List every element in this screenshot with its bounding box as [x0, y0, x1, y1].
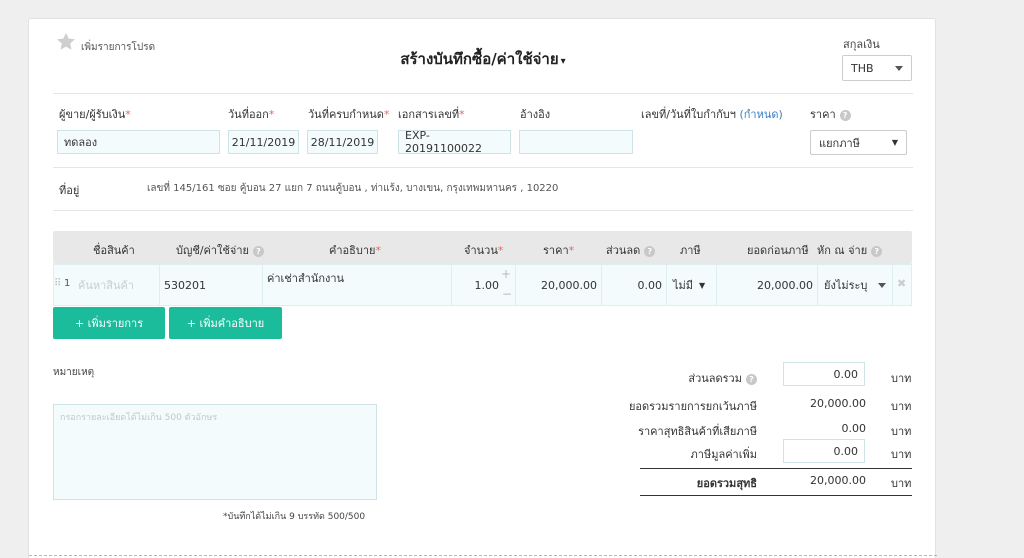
due-date-label-text: วันที่ครบกำหนด: [308, 108, 384, 121]
doc-no-label-text: เอกสารเลขที่: [398, 108, 460, 121]
issue-date-input[interactable]: 21/11/2019: [228, 130, 299, 154]
vendor-label-text: ผู้ขาย/ผู้รับเงิน: [59, 108, 126, 121]
title-caret-icon: ▾: [560, 56, 566, 67]
notes-textarea[interactable]: กรอกรายละเอียดได้ไม่เกิน 500 ตัวอักษร: [53, 404, 377, 500]
col-withholding-text: หัก ณ จ่าย: [817, 244, 868, 257]
account-input[interactable]: 530201: [160, 264, 263, 306]
chevron-down-icon: ▼: [699, 280, 706, 290]
total-discount-label-text: ส่วนลดรวม: [688, 372, 742, 385]
net-total-value: 20,000.00: [810, 474, 866, 487]
col-pretax-total: ยอดก่อนภาษี: [747, 244, 809, 257]
help-icon[interactable]: ?: [252, 245, 264, 257]
col-tax: ภาษี: [680, 244, 701, 257]
doc-no-input[interactable]: EXP-20191100022: [398, 129, 511, 155]
withholding-value: ยังไม่ระบุ: [824, 279, 868, 292]
net-total-label: ยอดรวมสุทธิ: [696, 477, 757, 490]
notes-label: หมายเหตุ: [53, 367, 95, 378]
help-icon[interactable]: ?: [839, 109, 851, 121]
help-icon[interactable]: ?: [871, 245, 883, 257]
vat-label: ภาษีมูลค่าเพิ่ม: [690, 448, 757, 461]
withholding-select[interactable]: ยังไม่ระบุ: [818, 264, 893, 306]
chevron-down-icon: ▼: [891, 138, 898, 147]
add-item-button[interactable]: + เพิ่มรายการ: [53, 307, 165, 339]
help-icon[interactable]: ?: [644, 245, 656, 257]
taxable-value: 0.00: [841, 422, 867, 435]
taxable-label: ราคาสุทธิสินค้าที่เสียภาษี: [638, 425, 757, 438]
add-description-button[interactable]: + เพิ่มคำอธิบาย: [169, 307, 282, 339]
tax-select-value: ไม่มี: [673, 279, 694, 292]
col-withholding: หัก ณ จ่าย?: [817, 241, 883, 259]
section-divider: [29, 555, 937, 556]
col-account: บัญชี/ค่าใช้จ่าย?: [176, 241, 264, 259]
vendor-label: ผู้ขาย/ผู้รับเงิน*: [59, 108, 131, 121]
col-price-text: ราคา: [543, 244, 569, 257]
description-input[interactable]: ค่าเช่าสำนักงาน: [263, 264, 452, 306]
total-discount-input[interactable]: 0.00: [783, 362, 865, 386]
page-title[interactable]: สร้างบันทึกซื้อ/ค่าใช้จ่าย ▾: [29, 47, 937, 71]
issue-date-label: วันที่ออก*: [228, 108, 275, 121]
help-icon[interactable]: ?: [746, 373, 757, 385]
col-discount: ส่วนลด?: [606, 241, 656, 259]
col-product: ชื่อสินค้า: [93, 244, 135, 257]
currency-unit: บาท: [891, 425, 912, 438]
currency-unit: บาท: [891, 477, 912, 490]
exempt-total-label: ยอดรวมรายการยกเว้นภาษี: [628, 400, 757, 413]
col-description-text: คำอธิบาย: [329, 244, 376, 257]
tax-invoice-set-link[interactable]: (กำหนด): [739, 108, 782, 121]
price-label: ราคา?: [810, 105, 851, 123]
chevron-down-icon: [895, 65, 903, 71]
col-account-text: บัญชี/ค่าใช้จ่าย: [176, 244, 249, 257]
divider: [53, 93, 913, 94]
col-quantity-text: จำนวน: [464, 244, 498, 257]
minus-icon[interactable]: −: [502, 287, 512, 301]
tax-invoice-label: เลขที่/วันที่ใบกำกับฯ (กำหนด): [641, 105, 783, 123]
expense-form-panel: เพิ่มรายการโปรด สร้างบันทึกซื้อ/ค่าใช้จ่…: [28, 18, 937, 558]
product-search-input[interactable]: ค้นหาสินค้า: [74, 264, 160, 306]
exempt-total-value: 20,000.00: [810, 397, 866, 410]
tax-invoice-label-text: เลขที่/วันที่ใบกำกับฯ: [641, 108, 736, 121]
plus-icon[interactable]: +: [501, 267, 511, 281]
col-description: คำอธิบาย*: [329, 244, 381, 257]
due-date-label: วันที่ครบกำหนด*: [308, 108, 390, 121]
vendor-input[interactable]: ทดลอง: [57, 130, 220, 154]
col-price: ราคา*: [543, 244, 575, 257]
drag-handle-icon[interactable]: ⠿: [54, 278, 61, 289]
pretax-total-value: 20,000.00: [717, 264, 818, 306]
issue-date-label-text: วันที่ออก: [228, 108, 269, 121]
discount-input[interactable]: 0.00: [602, 264, 667, 306]
reference-input[interactable]: [519, 130, 633, 154]
due-date-input[interactable]: 28/11/2019: [307, 130, 378, 154]
row-index: 1: [64, 278, 71, 289]
summary-divider: [640, 468, 912, 469]
total-discount-label: ส่วนลดรวม?: [688, 369, 757, 387]
tax-select[interactable]: ไม่มี ▼: [667, 264, 717, 306]
page-title-text: สร้างบันทึกซื้อ/ค่าใช้จ่าย: [400, 50, 559, 68]
reference-label: อ้างอิง: [520, 108, 551, 121]
chevron-down-icon: [878, 282, 886, 288]
currency-select[interactable]: THB: [842, 55, 912, 81]
price-label-text: ราคา: [810, 108, 836, 121]
address-value: เลขที่ 145/161 ซอย คู้บอน 27 แยก 7 ถนนคู…: [147, 183, 559, 194]
currency-value: THB: [851, 61, 874, 75]
price-input[interactable]: 20,000.00: [516, 264, 602, 306]
currency-unit: บาท: [891, 400, 912, 413]
currency-label: สกุลเงิน: [843, 38, 880, 51]
divider: [53, 167, 913, 168]
remove-row-icon[interactable]: ✖: [897, 277, 906, 290]
col-discount-text: ส่วนลด: [606, 244, 641, 257]
vat-input[interactable]: 0.00: [783, 439, 865, 463]
currency-unit: บาท: [891, 372, 912, 385]
currency-unit: บาท: [891, 448, 912, 461]
summary-divider: [640, 495, 912, 496]
col-quantity: จำนวน*: [464, 244, 504, 257]
address-label: ที่อยู่: [59, 184, 80, 197]
divider: [53, 210, 913, 211]
doc-no-label: เอกสารเลขที่*: [398, 108, 465, 121]
price-type-value: แยกภาษี: [819, 136, 860, 150]
notes-counter: *บันทึกได้ไม่เกิน 9 บรรทัด 500/500: [223, 512, 366, 522]
price-type-select[interactable]: แยกภาษี ▼: [810, 130, 907, 155]
